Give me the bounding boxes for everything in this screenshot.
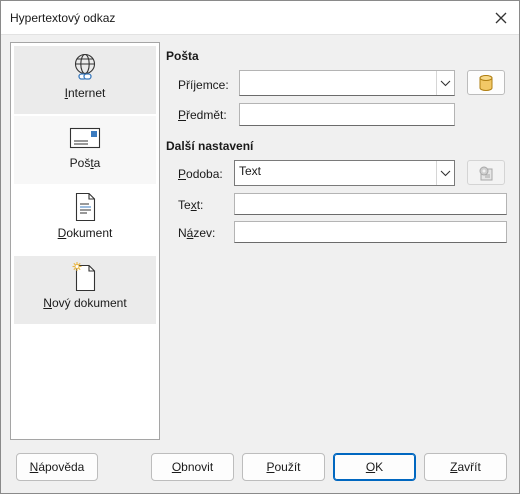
name-label: Název: [178, 226, 216, 240]
sidebar-item-document[interactable]: Dokument [14, 186, 156, 254]
document-icon [69, 192, 101, 222]
recipient-dropdown-button[interactable] [436, 71, 454, 95]
form-dropdown-button[interactable] [436, 161, 454, 185]
sidebar-item-new-document[interactable]: Nový dokument [14, 256, 156, 324]
subject-input[interactable] [239, 103, 455, 126]
text-input[interactable] [234, 193, 507, 215]
globe-link-icon [69, 52, 101, 82]
reset-button[interactable]: Obnovit [151, 453, 234, 481]
form-combobox[interactable]: Text [234, 160, 455, 186]
recipient-label: Příjemce: [178, 78, 229, 92]
envelope-icon [69, 122, 101, 152]
sidebar-item-internet[interactable]: Internet [14, 46, 156, 114]
close-window-button[interactable] [489, 6, 513, 30]
title-bar: Hypertextový odkaz [1, 1, 519, 35]
chevron-down-icon [440, 170, 451, 176]
sidebar-item-label: Dokument [57, 226, 113, 240]
form-label: Podoba: [178, 167, 223, 181]
hyperlink-type-sidebar: Internet Pošta Dokument Nový dokument [10, 42, 160, 440]
further-settings-heading: Další nastavení [166, 139, 254, 153]
recipient-combobox[interactable] [239, 70, 455, 96]
text-label: Text: [178, 198, 204, 212]
help-button[interactable]: Nápověda [16, 453, 98, 481]
sidebar-item-label: Nový dokument [43, 296, 127, 310]
form-value: Text [239, 164, 262, 178]
events-button[interactable] [467, 160, 505, 185]
close-button[interactable]: Zavřít [424, 453, 507, 481]
name-input[interactable] [234, 221, 507, 243]
close-icon [495, 12, 507, 24]
sidebar-item-label: Pošta [69, 156, 101, 170]
new-document-icon [69, 262, 101, 292]
subject-label: Předmět: [178, 108, 227, 122]
apply-button[interactable]: Použít [242, 453, 325, 481]
database-icon [479, 74, 493, 91]
window-title: Hypertextový odkaz [10, 11, 116, 25]
hyperlink-dialog: Hypertextový odkaz Internet Pošta Dokume… [0, 0, 520, 494]
ok-button[interactable]: OK [333, 453, 416, 481]
chevron-down-icon [440, 80, 451, 86]
events-gear-icon [479, 166, 493, 180]
sidebar-item-mail[interactable]: Pošta [14, 116, 156, 184]
sidebar-item-label: Internet [64, 86, 106, 100]
data-sources-button[interactable] [467, 70, 505, 95]
mail-section-heading: Pošta [166, 49, 199, 63]
